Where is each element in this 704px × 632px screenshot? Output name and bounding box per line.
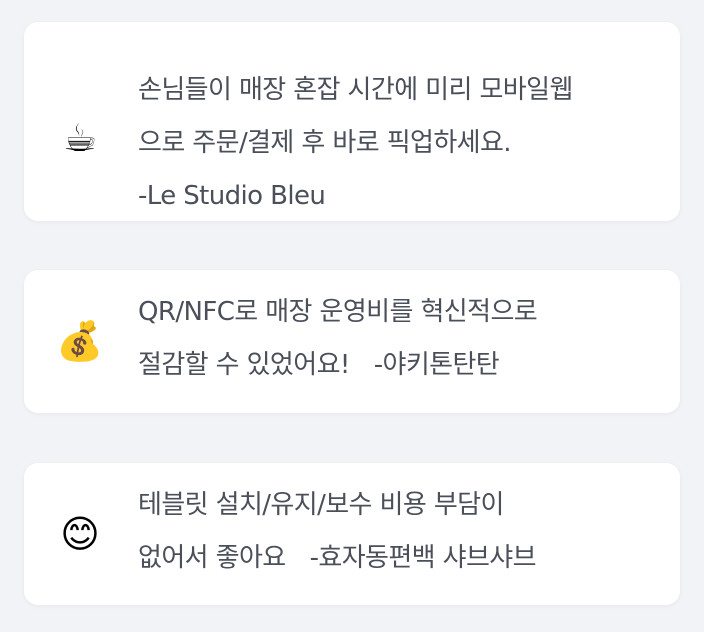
- testimonial-line-with-author: 없어서 좋아요 -효자동편백 샤브샤브: [138, 532, 656, 585]
- testimonial-line: 없어서 좋아요: [138, 543, 286, 573]
- testimonial-line: QR/NFC로 매장 운영비를 혁신적으로: [138, 297, 538, 327]
- testimonial-author: -Le Studio Bleu: [138, 181, 326, 211]
- testimonial-line: 절감할 수 있었어요!: [138, 350, 350, 380]
- testimonial-text: QR/NFC로 매장 운영비를 혁신적으로 절감할 수 있었어요! -야키톤탄탄: [138, 286, 656, 392]
- testimonial-line: 으로 주문/결제 후 바로 픽업하세요.: [138, 128, 512, 158]
- testimonial-line-with-author: 절감할 수 있었어요! -야키톤탄탄: [138, 339, 656, 392]
- testimonial-author: -야키톤탄탄: [373, 350, 500, 380]
- smiling-face-icon: 😊: [60, 512, 100, 556]
- testimonial-author: -효자동편백 샤브샤브: [309, 543, 537, 573]
- coffee-cup-icon: ☕: [62, 116, 98, 160]
- testimonial-card: 💰 QR/NFC로 매장 운영비를 혁신적으로 절감할 수 있었어요! -야키톤탄…: [24, 270, 680, 413]
- testimonial-text: 테블릿 설치/유지/보수 비용 부담이 없어서 좋아요 -효자동편백 샤브샤브: [138, 479, 656, 585]
- money-bag-icon: 💰: [56, 319, 104, 363]
- testimonial-card: 😊 테블릿 설치/유지/보수 비용 부담이 없어서 좋아요 -효자동편백 샤브샤브: [24, 463, 680, 605]
- testimonial-line: 손님들이 매장 혼잡 시간에 미리 모바일웹: [138, 75, 573, 105]
- testimonial-line: 테블릿 설치/유지/보수 비용 부담이: [138, 490, 504, 520]
- testimonial-card: ☕ 손님들이 매장 혼잡 시간에 미리 모바일웹 으로 주문/결제 후 바로 픽…: [24, 22, 680, 221]
- testimonial-text: 손님들이 매장 혼잡 시간에 미리 모바일웹 으로 주문/결제 후 바로 픽업하…: [138, 64, 656, 223]
